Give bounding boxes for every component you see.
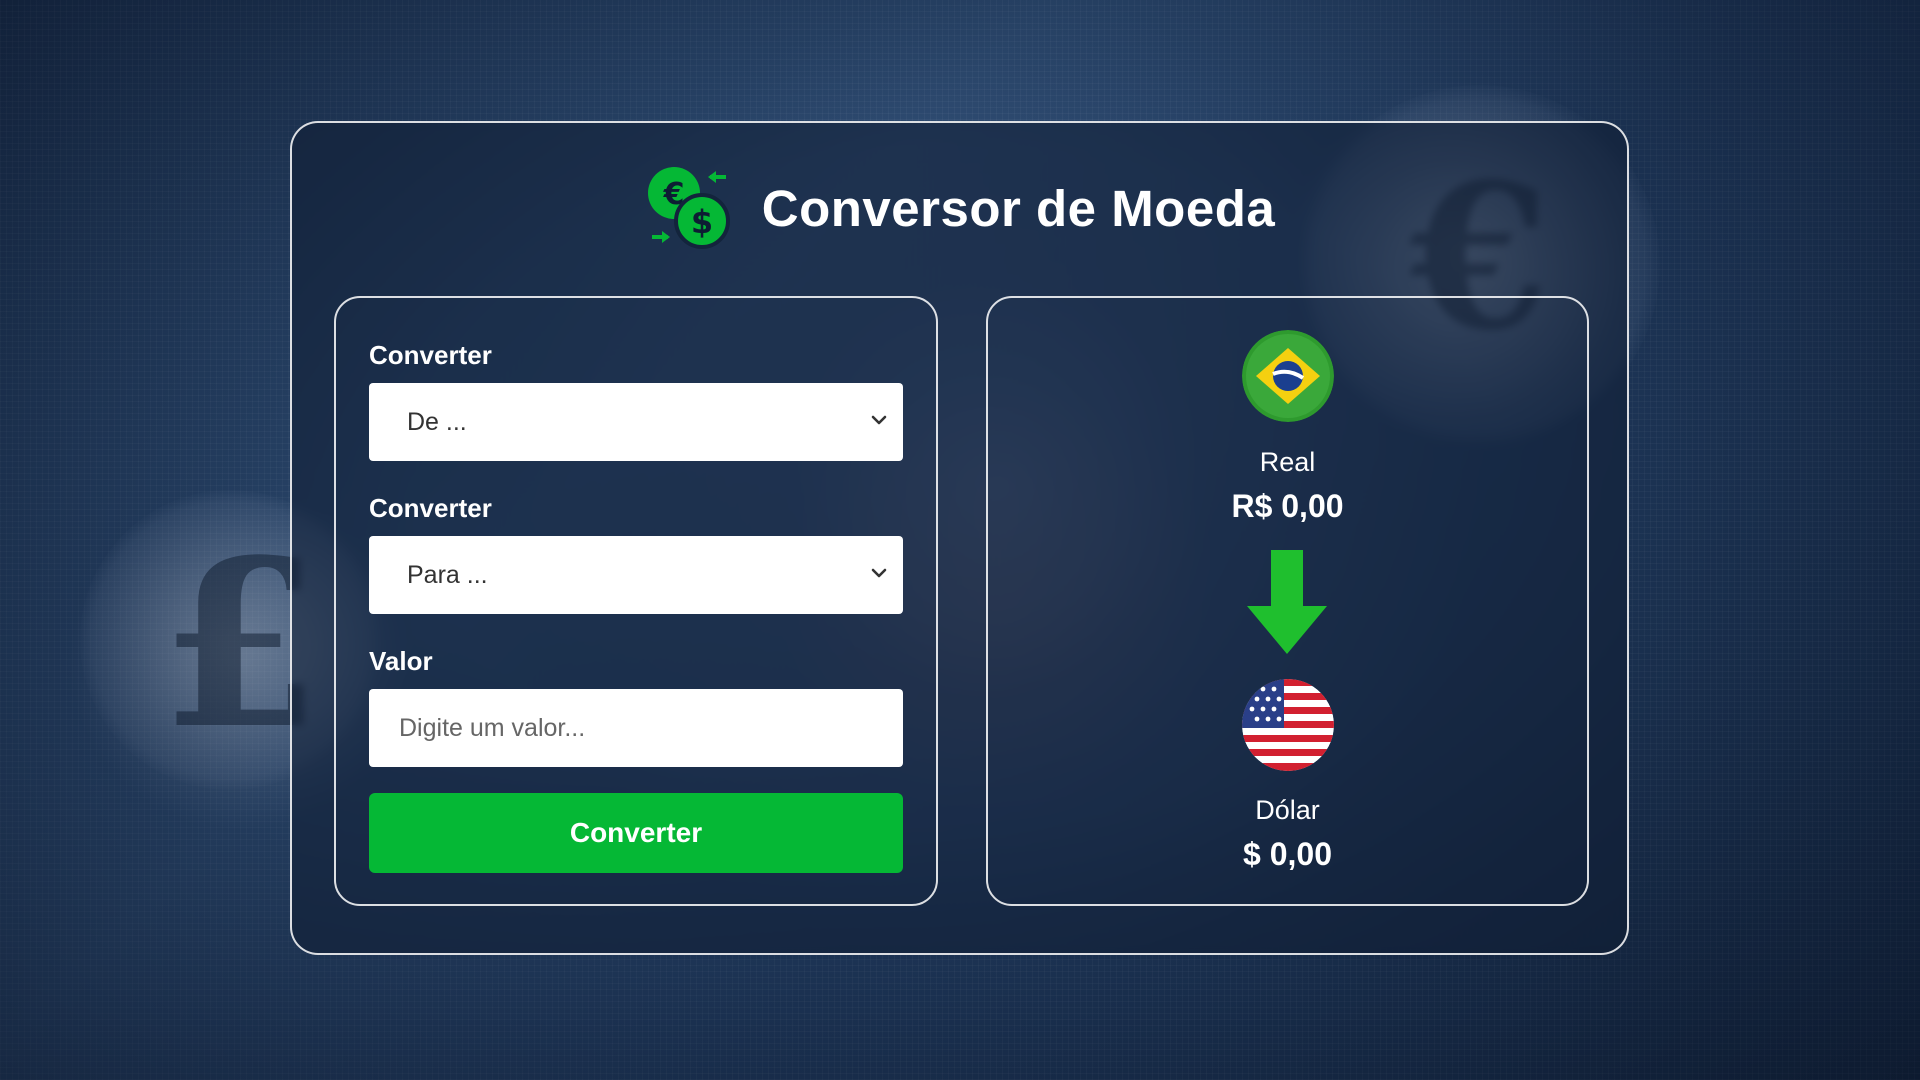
chevron-down-icon <box>871 568 887 578</box>
target-currency-name: Dólar <box>1255 795 1320 825</box>
header: € $ Conversor de Moeda <box>292 163 1627 253</box>
svg-text:$: $ <box>691 203 713 241</box>
currency-exchange-icon: € $ <box>644 163 734 253</box>
chevron-down-icon <box>871 415 887 425</box>
brazil-flag-icon <box>1242 330 1334 422</box>
amount-placeholder: Digite um valor... <box>399 713 586 742</box>
arrow-down-icon <box>1247 550 1327 654</box>
amount-label: Valor <box>369 646 433 676</box>
from-currency-label: Converter <box>369 340 492 370</box>
conversion-form-panel: Converter De ... Converter Para ... Valo… <box>334 296 938 906</box>
from-currency-selected: De ... <box>407 407 467 436</box>
source-currency-value: R$ 0,00 <box>1231 488 1344 524</box>
from-currency-select[interactable]: De ... <box>369 383 903 461</box>
to-currency-select[interactable]: Para ... <box>369 536 903 614</box>
converter-card: € $ Conversor de Moeda Converter De ... … <box>290 121 1629 955</box>
target-currency-value: $ 0,00 <box>1243 836 1332 872</box>
source-currency-name: Real <box>1259 447 1316 477</box>
to-currency-selected: Para ... <box>407 560 488 589</box>
to-currency-label: Converter <box>369 493 492 523</box>
convert-button[interactable]: Converter <box>369 793 903 873</box>
amount-input[interactable]: Digite um valor... <box>369 689 903 767</box>
page-title: Conversor de Moeda <box>761 179 1276 237</box>
result-panel: Real R$ 0,00 Dólar $ 0,00 <box>986 296 1589 906</box>
usa-flag-icon <box>1242 679 1334 771</box>
